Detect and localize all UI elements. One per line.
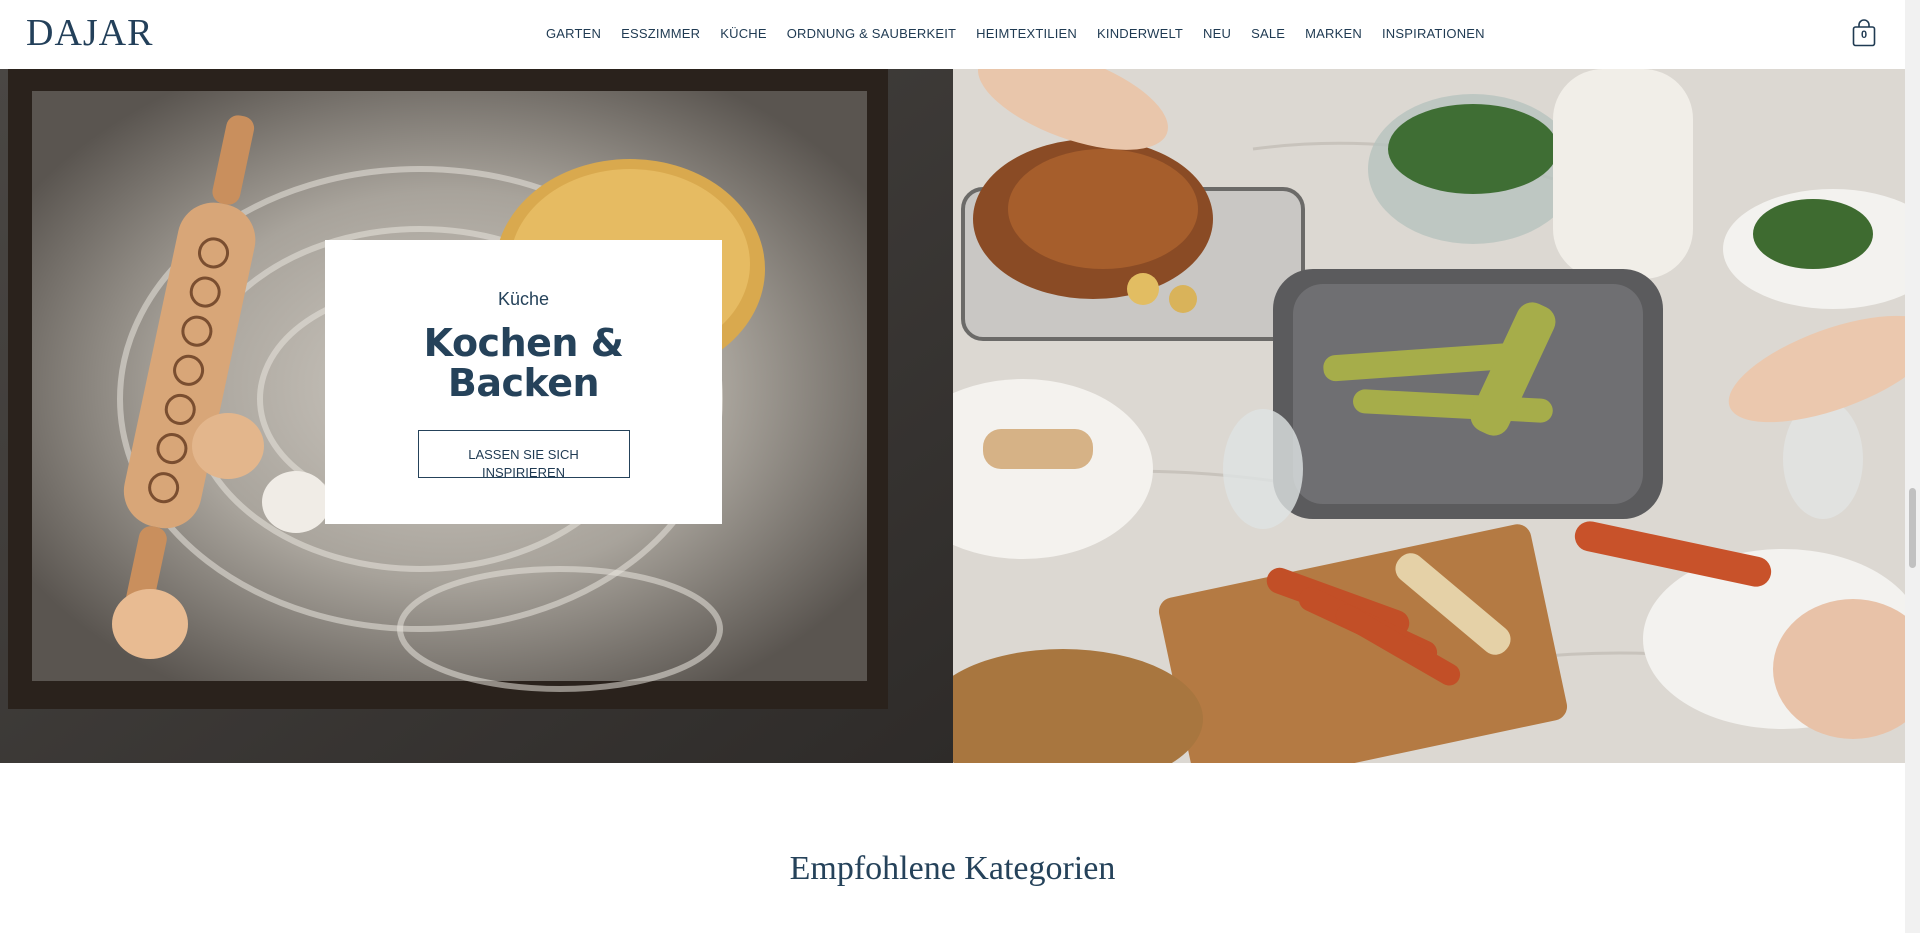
nav-item-neu[interactable]: NEU (1203, 26, 1231, 42)
main-nav: GARTEN ESSZIMMER KÜCHE ORDNUNG & SAUBERK… (546, 26, 1505, 42)
nav-item-sale[interactable]: SALE (1251, 26, 1285, 42)
hero-title: Kochen & Backen (325, 323, 722, 403)
cart-count: 0 (1860, 29, 1868, 41)
hero-title-line-1: Kochen & (423, 321, 624, 365)
page-scrollbar[interactable] (1905, 0, 1920, 933)
dining-photo (953, 69, 1905, 763)
section-title: Empfohlene Kategorien (789, 850, 1116, 887)
site-logo[interactable]: DAJAR (26, 13, 153, 53)
nav-item-garten[interactable]: GARTEN (546, 26, 601, 42)
nav-item-marken[interactable]: MARKEN (1305, 26, 1362, 42)
hero-eyebrow: Küche (497, 289, 550, 309)
nav-item-heimtextilien[interactable]: HEIMTEXTILIEN (976, 26, 1077, 42)
nav-item-esszimmer[interactable]: ESSZIMMER (621, 26, 700, 42)
hero-card: Küche Kochen & Backen LASSEN SIE SICH IN… (325, 240, 722, 524)
nav-item-ordnung[interactable]: ORDNUNG & SAUBERKEIT (787, 26, 956, 42)
nav-item-kueche[interactable]: KÜCHE (720, 26, 767, 42)
hero-title-line-2: Backen (447, 361, 600, 405)
inspire-button[interactable]: LASSEN SIE SICH INSPIRIEREN (417, 430, 630, 480)
hero-image-dining[interactable] (953, 69, 1905, 763)
cart-button[interactable]: 0 (1852, 19, 1876, 47)
scrollbar-thumb[interactable] (1909, 488, 1916, 568)
nav-item-kinderwelt[interactable]: KINDERWELT (1097, 26, 1183, 42)
site-header: DAJAR GARTEN ESSZIMMER KÜCHE ORDNUNG & S… (0, 0, 1905, 69)
nav-item-inspirationen[interactable]: INSPIRATIONEN (1382, 26, 1485, 42)
